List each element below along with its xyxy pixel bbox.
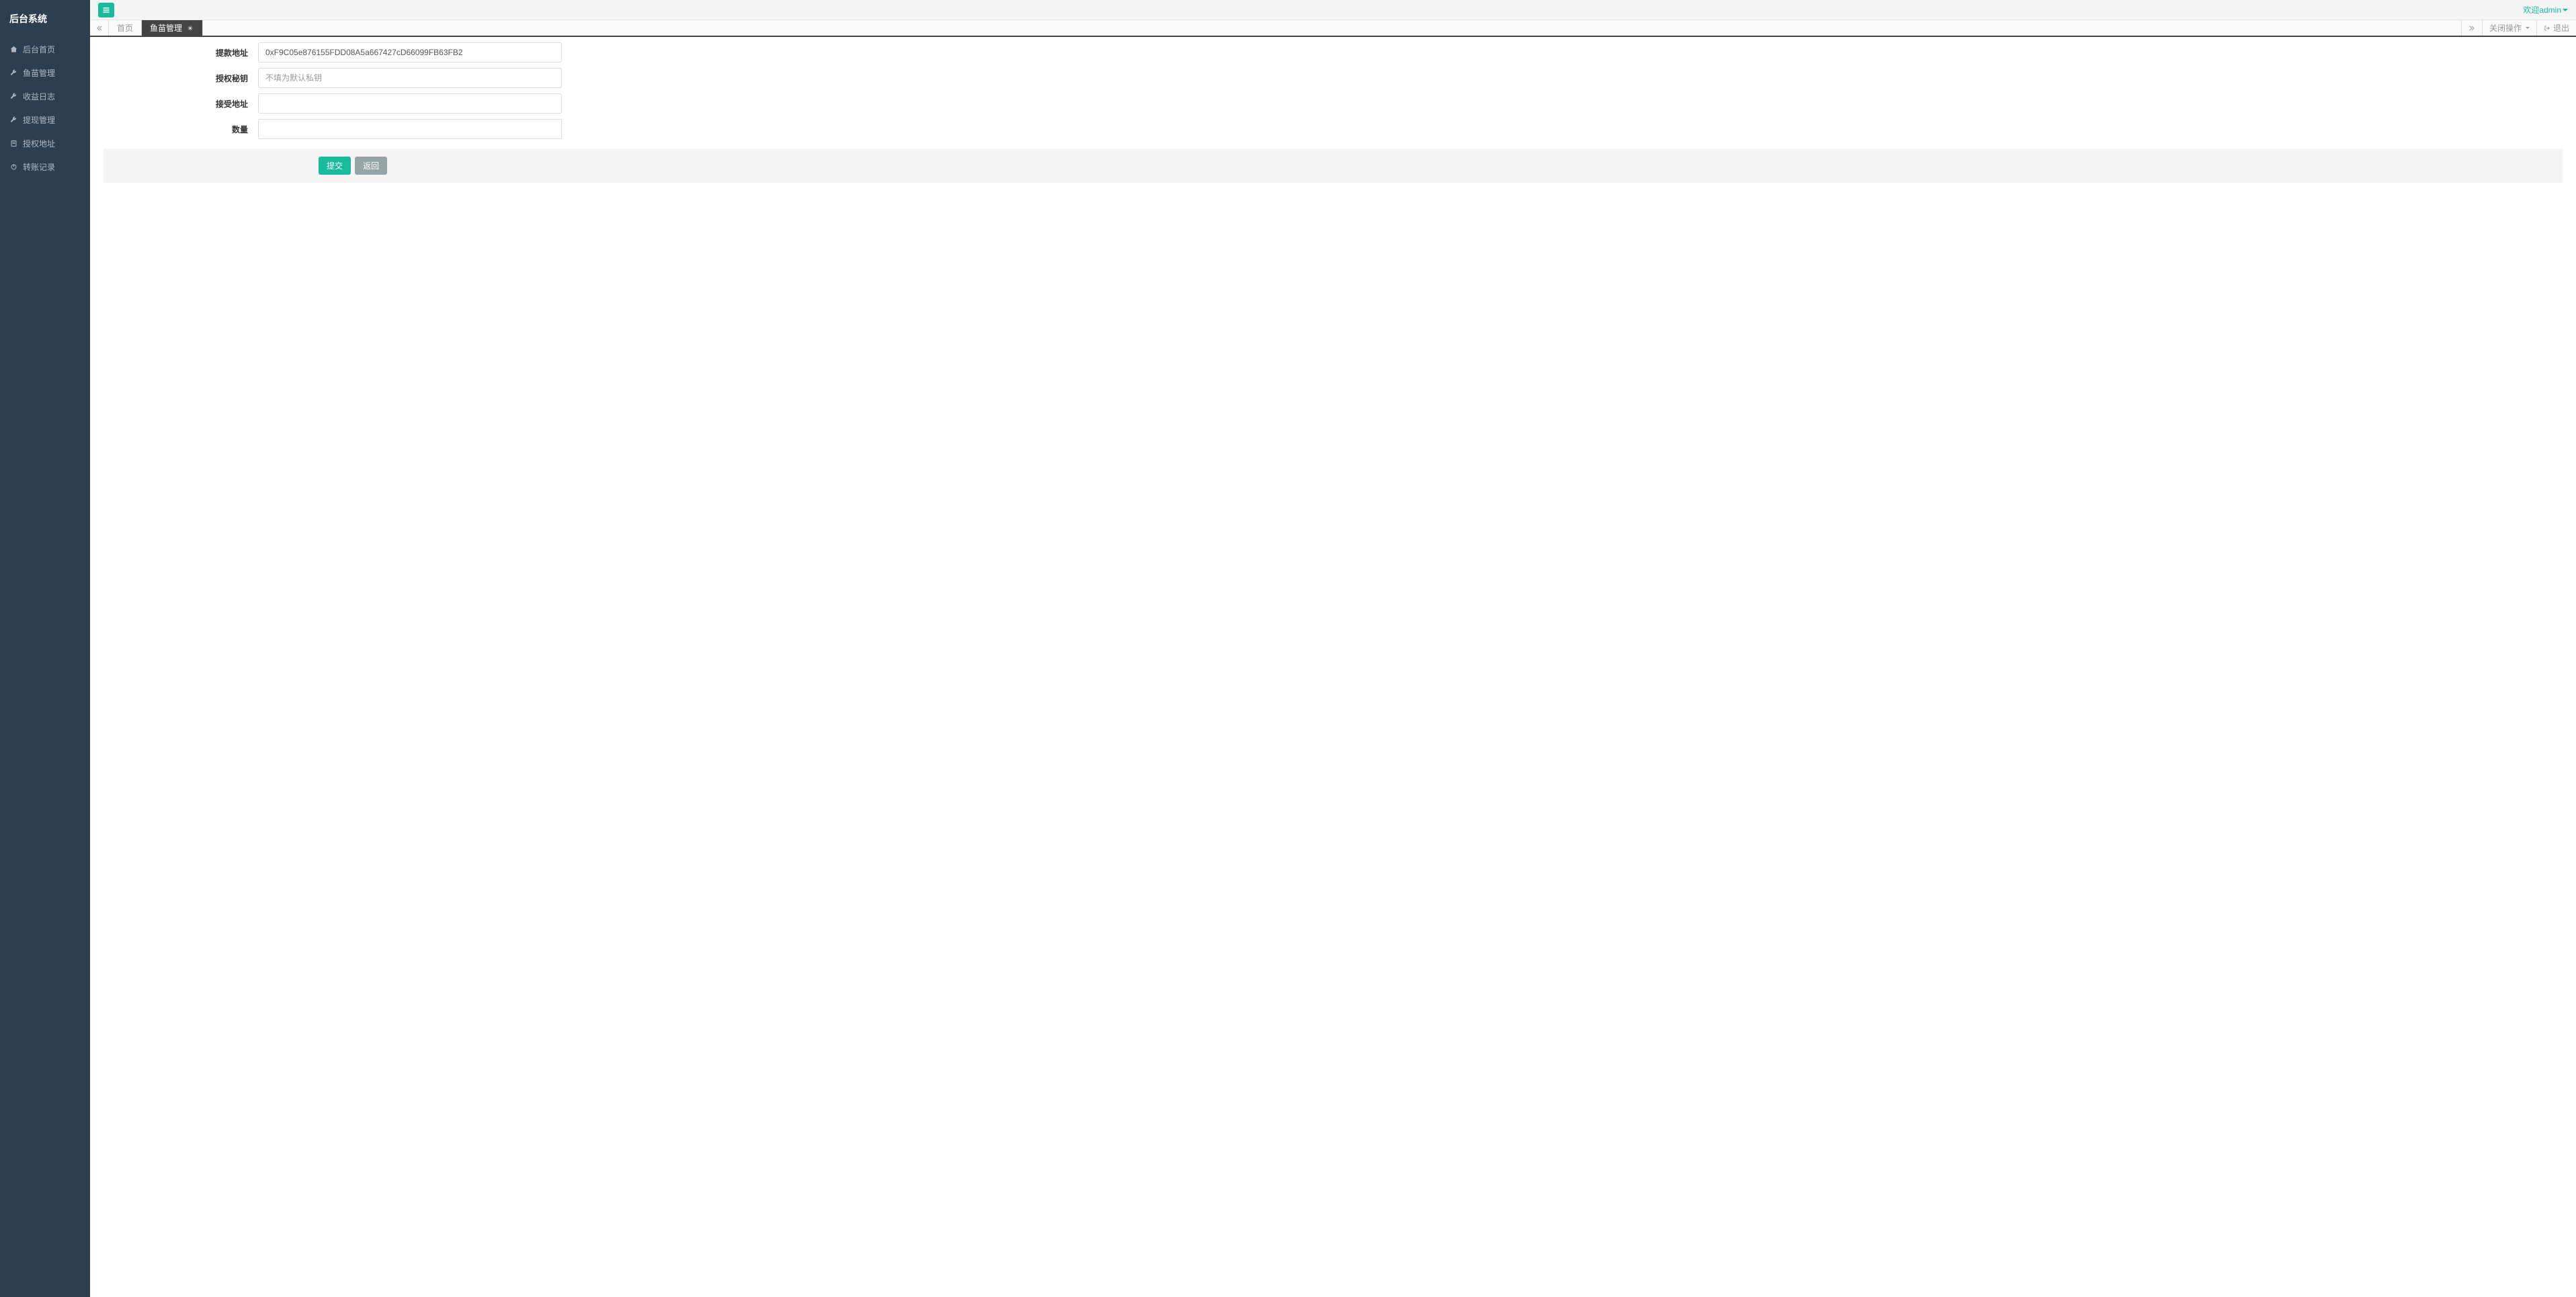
main-area: 欢迎 admin 首页 鱼苗管理 关闭操作 [90,0,2576,1297]
field-label: 数量 [103,124,258,135]
sidebar-item-transfer[interactable]: 转账记录 [0,155,90,179]
wrench-icon [9,116,17,124]
close-action-dropdown[interactable]: 关闭操作 [2482,20,2536,36]
double-chevron-left-icon [96,25,103,32]
topbar: 欢迎 admin [90,0,2576,20]
wrench-icon [9,93,17,101]
sidebar-item-income[interactable]: 收益日志 [0,85,90,108]
withdraw-address-input[interactable] [258,42,562,62]
bars-icon [102,6,110,14]
sidebar-item-label: 后台首页 [23,44,55,55]
double-chevron-right-icon [2468,25,2475,32]
sign-out-icon [2544,25,2550,32]
tabs-right: 关闭操作 退出 [2461,20,2576,36]
form: 提款地址 授权秘钥 接受地址 数量 [90,37,2576,139]
sidebar-item-label: 收益日志 [23,91,55,102]
caret-down-icon [2563,9,2568,11]
form-row-receive-address: 接受地址 [103,93,2563,114]
file-icon [9,140,17,148]
brand-title: 后台系统 [0,0,90,38]
close-action-label: 关闭操作 [2489,22,2522,34]
sidebar-item-label: 转账记录 [23,161,55,173]
sidebar-item-label: 鱼苗管理 [23,67,55,79]
submit-button[interactable]: 提交 [319,157,351,175]
logout-button[interactable]: 退出 [2536,20,2576,36]
home-icon [9,46,17,54]
field-label: 接受地址 [103,98,258,110]
sidebar-item-home[interactable]: 后台首页 [0,38,90,61]
tabs-left: 首页 鱼苗管理 [90,20,203,36]
form-footer-inner: 提交 返回 [103,157,2563,175]
sidebar-item-label: 提现管理 [23,114,55,126]
tab-scroll-left-button[interactable] [90,20,109,36]
quantity-input[interactable] [258,119,562,139]
tab-label: 首页 [117,22,133,34]
sidebar-item-fish[interactable]: 鱼苗管理 [0,61,90,85]
tabbar: 首页 鱼苗管理 关闭操作 退出 [90,20,2576,37]
content: 提款地址 授权秘钥 接受地址 数量 提交 返回 [90,37,2576,1297]
close-icon [187,25,194,32]
sidebar: 后台系统 后台首页 鱼苗管理 收益日志 提现管理 [0,0,90,1297]
logout-label: 退出 [2553,22,2569,34]
receive-address-input[interactable] [258,93,562,114]
form-footer: 提交 返回 [103,149,2563,183]
toggle-sidebar-button[interactable] [98,3,114,17]
sidebar-item-withdraw[interactable]: 提现管理 [0,108,90,132]
caret-down-icon [2526,27,2530,29]
tab-label: 鱼苗管理 [150,22,182,34]
form-row-withdraw-address: 提款地址 [103,42,2563,62]
form-row-auth-key: 授权秘钥 [103,68,2563,88]
tab-fish-management[interactable]: 鱼苗管理 [142,20,203,36]
field-label: 提款地址 [103,47,258,58]
wrench-icon [9,69,17,77]
sidebar-item-label: 授权地址 [23,138,55,149]
tab-home[interactable]: 首页 [109,20,142,36]
welcome-dropdown[interactable]: 欢迎 admin [2523,4,2568,15]
power-icon [9,163,17,171]
tab-scroll-right-button[interactable] [2461,20,2482,36]
field-label: 授权秘钥 [103,73,258,84]
sidebar-item-auth[interactable]: 授权地址 [0,132,90,155]
sidebar-menu: 后台首页 鱼苗管理 收益日志 提现管理 授权地址 [0,38,90,179]
auth-key-input[interactable] [258,68,562,88]
form-row-quantity: 数量 [103,119,2563,139]
welcome-user: admin [2539,5,2561,15]
back-button[interactable]: 返回 [355,157,387,175]
tab-close-button[interactable] [186,24,194,32]
welcome-prefix: 欢迎 [2523,4,2539,15]
